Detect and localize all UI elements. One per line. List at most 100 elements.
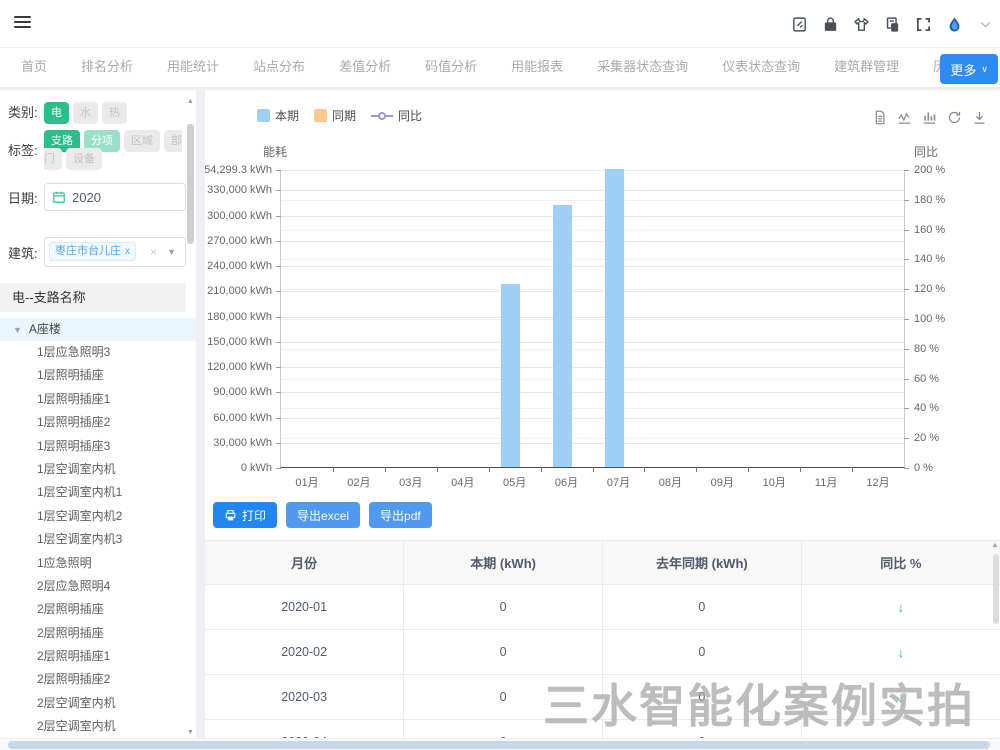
right-axis-tick bbox=[904, 170, 909, 171]
tree-collapse-icon[interactable]: ▼ bbox=[13, 325, 22, 335]
left-axis-tick bbox=[276, 190, 281, 191]
tree-node-leaf[interactable]: 1层空调室内机1 bbox=[0, 481, 196, 504]
more-button-label: 更多 bbox=[950, 60, 976, 79]
gridline-right-axis bbox=[281, 438, 904, 439]
category-chip-电[interactable]: 电 bbox=[44, 102, 69, 124]
left-axis-tick-label: 354,299.3 kWh bbox=[205, 164, 272, 176]
tree-node-leaf[interactable]: 1层照明插座2 bbox=[0, 411, 196, 434]
scrollbar-thumb[interactable] bbox=[187, 124, 194, 244]
horizontal-scrollbar-thumb[interactable] bbox=[8, 741, 990, 749]
bar-05月[interactable] bbox=[501, 284, 520, 467]
date-input[interactable]: 2020 bbox=[44, 183, 186, 211]
bar-07月[interactable] bbox=[605, 169, 624, 467]
right-axis-tick bbox=[904, 438, 909, 439]
nav-tab-排名分析[interactable]: 排名分析 bbox=[64, 48, 150, 88]
line-chart-icon[interactable] bbox=[897, 110, 912, 125]
nav-tab-用能报表[interactable]: 用能报表 bbox=[494, 48, 580, 88]
table-cell: 0 bbox=[404, 675, 603, 720]
export-excel-button[interactable]: 导出excel bbox=[286, 502, 360, 528]
export-pdf-button[interactable]: 导出pdf bbox=[369, 502, 432, 528]
more-button[interactable]: 更多 ∨ bbox=[940, 54, 998, 84]
gridline-left-axis bbox=[281, 342, 904, 343]
tree-node-leaf[interactable]: 1层空调室内机3 bbox=[0, 528, 196, 551]
tree-node-leaf[interactable]: 1层空调室内机2 bbox=[0, 505, 196, 528]
nav-tab-仪表状态查询[interactable]: 仪表状态查询 bbox=[705, 48, 817, 88]
tree-node-leaf[interactable]: 1层空调室内机 bbox=[0, 458, 196, 481]
table-scroll-up-icon[interactable]: ▲ bbox=[991, 542, 999, 549]
bar-chart-icon[interactable] bbox=[922, 110, 937, 125]
nav-tab-码值分析[interactable]: 码值分析 bbox=[408, 48, 494, 88]
gridline-left-axis bbox=[281, 418, 904, 419]
tree-node-parent[interactable]: ▼A座楼 bbox=[0, 318, 196, 341]
edit-note-icon[interactable] bbox=[790, 15, 808, 33]
tree-node-leaf[interactable]: 2层空调室内机 bbox=[0, 692, 196, 715]
select-clear-icon[interactable]: × bbox=[150, 245, 157, 259]
table-scrollbar-thumb[interactable] bbox=[993, 554, 999, 624]
tree-node-leaf[interactable]: 1应急照明 bbox=[0, 552, 196, 575]
save-image-icon[interactable] bbox=[972, 110, 987, 125]
data-view-icon[interactable] bbox=[872, 110, 887, 125]
tree-node-leaf[interactable]: 2层空调室内机 bbox=[0, 715, 196, 738]
fullscreen-icon[interactable] bbox=[914, 15, 932, 33]
left-axis-tick bbox=[276, 170, 281, 171]
table-header-row: 月份本期 (kWh)去年同期 (kWh)同比 % bbox=[205, 541, 1000, 585]
tag-close-icon[interactable]: x bbox=[125, 246, 130, 258]
building-select[interactable]: 枣庄市台儿庄 x × ▼ bbox=[44, 237, 186, 267]
tag-chip-区域[interactable]: 区域 bbox=[124, 130, 160, 152]
scroll-down-icon[interactable]: ▼ bbox=[185, 729, 196, 736]
tree-node-leaf[interactable]: 2层照明插座2 bbox=[0, 668, 196, 691]
tree-node-leaf[interactable]: 2层照明插座 bbox=[0, 622, 196, 645]
nav-tab-label: 仪表状态查询 bbox=[722, 59, 800, 74]
restore-icon[interactable] bbox=[947, 110, 962, 125]
tag-chip-设备[interactable]: 设备 bbox=[66, 148, 102, 170]
tree-node-leaf[interactable]: 1层照明插座1 bbox=[0, 388, 196, 411]
tree-node-leaf[interactable]: 2层照明插座1 bbox=[0, 645, 196, 668]
chevron-down-icon[interactable] bbox=[976, 15, 994, 33]
menu-hamburger-icon[interactable] bbox=[14, 16, 31, 29]
scroll-up-icon[interactable]: ▲ bbox=[185, 98, 196, 105]
nav-tab-差值分析[interactable]: 差值分析 bbox=[322, 48, 408, 88]
calendar-icon bbox=[52, 190, 66, 204]
nav-tab-站点分布[interactable]: 站点分布 bbox=[236, 48, 322, 88]
x-axis-tick bbox=[852, 467, 853, 472]
left-axis-tick-label: 240,000 kWh bbox=[207, 260, 272, 272]
nav-tab-bar: 首页 排名分析 用能统计站点分布差值分析 码值分析 用能报表 采集器状态查询 仪表状态查询 建… bbox=[0, 48, 1000, 88]
tree-node-leaf[interactable]: 2层照明插座 bbox=[0, 598, 196, 621]
gridline-left-axis bbox=[281, 367, 904, 368]
nav-tab-采集器状态查询[interactable]: 采集器状态查询 bbox=[580, 48, 705, 88]
tree-node-leaf[interactable]: 1层应急照明3 bbox=[0, 341, 196, 364]
x-axis-tick bbox=[748, 467, 749, 472]
nav-tab-label: 码值分析 bbox=[425, 59, 477, 74]
print-button[interactable]: 打印 bbox=[213, 502, 277, 528]
export-excel-label: 导出excel bbox=[297, 507, 349, 524]
x-axis-label: 04月 bbox=[451, 474, 474, 490]
nav-tab-label: 排名分析 bbox=[81, 59, 133, 74]
table-header-cell: 月份 bbox=[205, 541, 404, 585]
tree-node-leaf[interactable]: 1层照明插座3 bbox=[0, 435, 196, 458]
right-axis-tick bbox=[904, 319, 909, 320]
lock-icon[interactable] bbox=[821, 15, 839, 33]
category-chip-热[interactable]: 热 bbox=[102, 102, 127, 124]
nav-tab-首页[interactable]: 首页 bbox=[4, 48, 64, 88]
x-axis-label: 08月 bbox=[659, 474, 682, 490]
bar-06月[interactable] bbox=[553, 205, 572, 467]
legend-item-本期[interactable]: 本期 bbox=[257, 107, 299, 124]
nav-tab-label: 采集器状态查询 bbox=[597, 59, 688, 74]
category-chip-水[interactable]: 水 bbox=[73, 102, 98, 124]
left-axis-tick bbox=[276, 266, 281, 267]
nav-tab-建筑群管理[interactable]: 建筑群管理 bbox=[817, 48, 916, 88]
tree-node-leaf[interactable]: 2层应急照明4 bbox=[0, 575, 196, 598]
horizontal-scrollbar[interactable] bbox=[0, 739, 1000, 750]
tree-node-leaf[interactable]: 1层照明插座 bbox=[0, 364, 196, 387]
theme-shirt-icon[interactable] bbox=[852, 15, 870, 33]
sidebar-scrollbar[interactable]: ▲ ▼ bbox=[185, 98, 196, 736]
legend-item-同期[interactable]: 同期 bbox=[314, 107, 356, 124]
brand-water-logo[interactable] bbox=[945, 15, 963, 33]
down-arrow-icon: ↓ bbox=[801, 675, 1000, 720]
left-axis-tick bbox=[276, 367, 281, 368]
language-card-icon[interactable] bbox=[883, 15, 901, 33]
nav-tab-用能统计[interactable]: 用能统计 bbox=[150, 48, 236, 88]
legend-item-同比[interactable]: 同比 bbox=[371, 107, 422, 124]
select-caret-icon[interactable]: ▼ bbox=[167, 247, 176, 257]
legend-marker-square bbox=[314, 109, 327, 122]
